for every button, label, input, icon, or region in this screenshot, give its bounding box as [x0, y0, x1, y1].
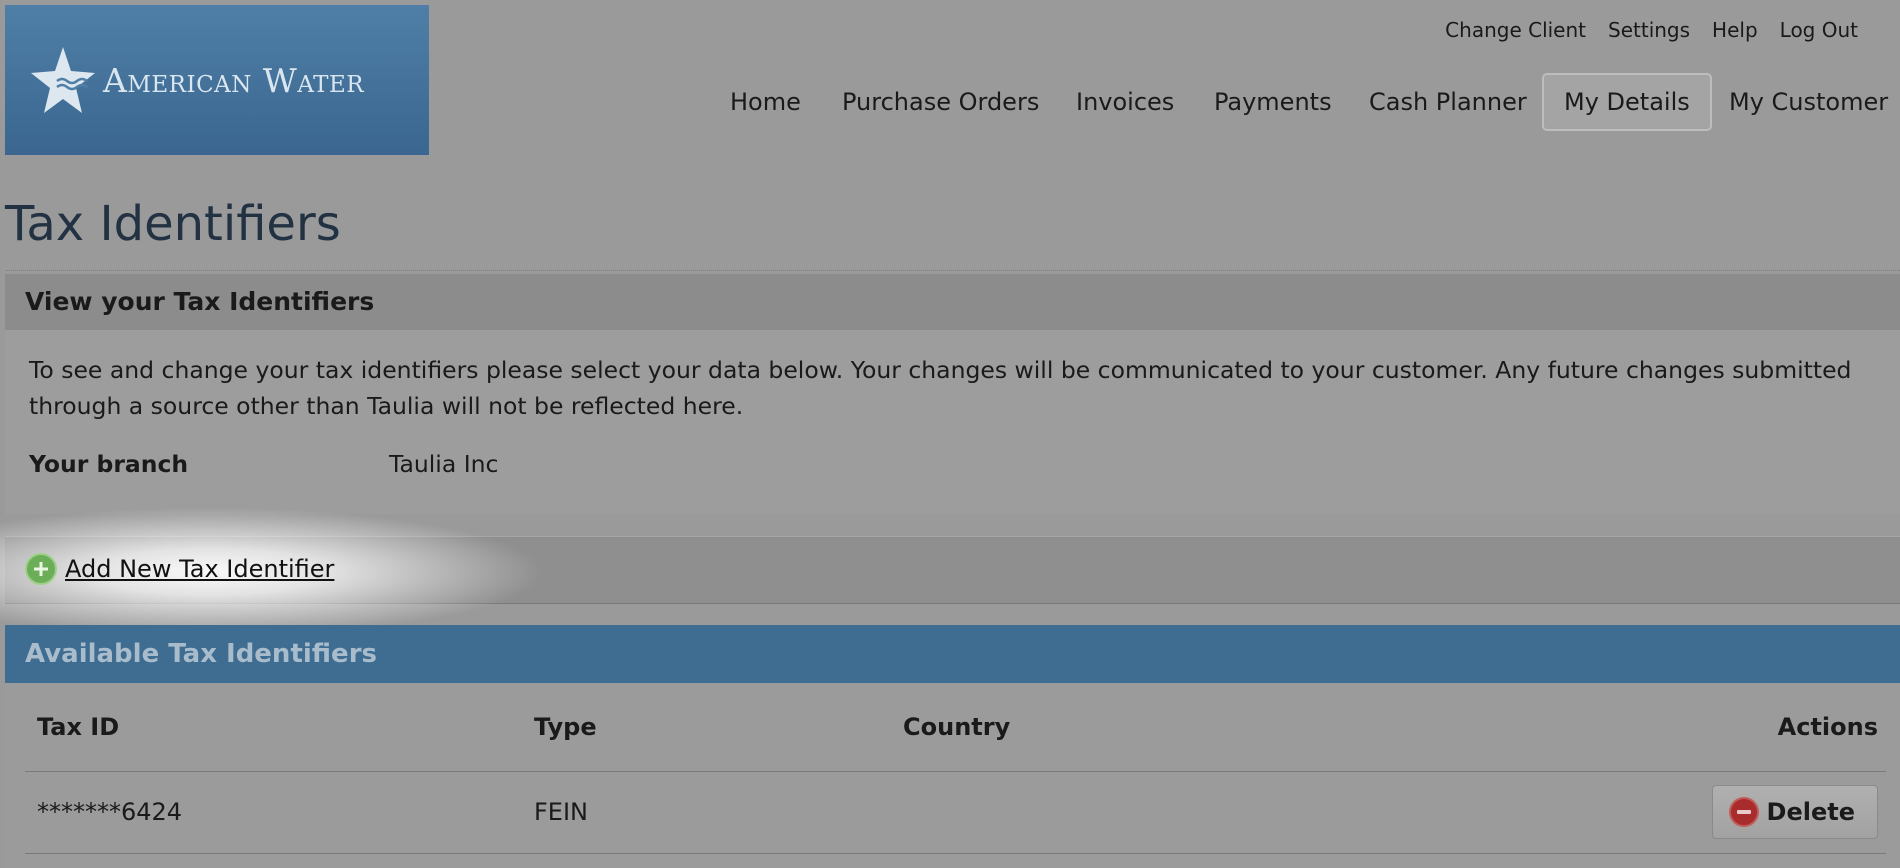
nav-purchase-orders[interactable]: Purchase Orders [842, 73, 1039, 131]
nav-home[interactable]: Home [730, 73, 801, 131]
column-header-actions: Actions [1777, 713, 1878, 741]
type-cell: FEIN [534, 798, 588, 826]
page-title: Tax Identifiers [5, 196, 341, 252]
help-link[interactable]: Help [1712, 18, 1758, 42]
change-client-link[interactable]: Change Client [1445, 18, 1586, 42]
view-panel-title: View your Tax Identifiers [5, 274, 1900, 330]
nav-payments[interactable]: Payments [1214, 73, 1332, 131]
table-row-divider [25, 853, 1886, 854]
delete-label: Delete [1766, 798, 1855, 826]
available-panel-title: Available Tax Identifiers [5, 625, 1900, 683]
add-new-tax-identifier-link[interactable]: Add New Tax Identifier [25, 553, 334, 585]
add-new-tax-identifier-label: Add New Tax Identifier [65, 555, 335, 583]
delete-button[interactable]: Delete [1711, 785, 1878, 839]
plus-circle-icon [25, 553, 57, 585]
utility-nav: Change Client Settings Help Log Out [1445, 18, 1858, 42]
nav-cash-planner[interactable]: Cash Planner [1369, 73, 1527, 131]
column-header-tax-id: Tax ID [37, 713, 120, 741]
nav-invoices[interactable]: Invoices [1076, 73, 1174, 131]
nav-my-details[interactable]: My Details [1542, 73, 1712, 131]
title-divider [5, 270, 1900, 271]
column-header-type: Type [534, 713, 597, 741]
column-header-country: Country [903, 713, 1011, 741]
add-tax-identifier-panel: Add New Tax Identifier [0, 507, 1900, 637]
main-nav: Home Purchase Orders Invoices Payments C… [0, 73, 1900, 131]
tax-id-cell: *******6424 [37, 798, 183, 826]
view-panel-description: To see and change your tax identifiers p… [29, 356, 1852, 420]
table-header-divider [25, 771, 1886, 772]
nav-my-customer[interactable]: My Customer [1729, 73, 1888, 131]
log-out-link[interactable]: Log Out [1780, 18, 1858, 42]
view-tax-identifiers-panel: View your Tax Identifiers To see and cha… [5, 274, 1900, 514]
branch-value: Taulia Inc [389, 450, 499, 478]
available-tax-identifiers-panel: Available Tax Identifiers Tax ID Type Co… [5, 625, 1900, 868]
minus-circle-icon [1728, 797, 1759, 827]
settings-link[interactable]: Settings [1608, 18, 1690, 42]
branch-label: Your branch [29, 450, 189, 478]
